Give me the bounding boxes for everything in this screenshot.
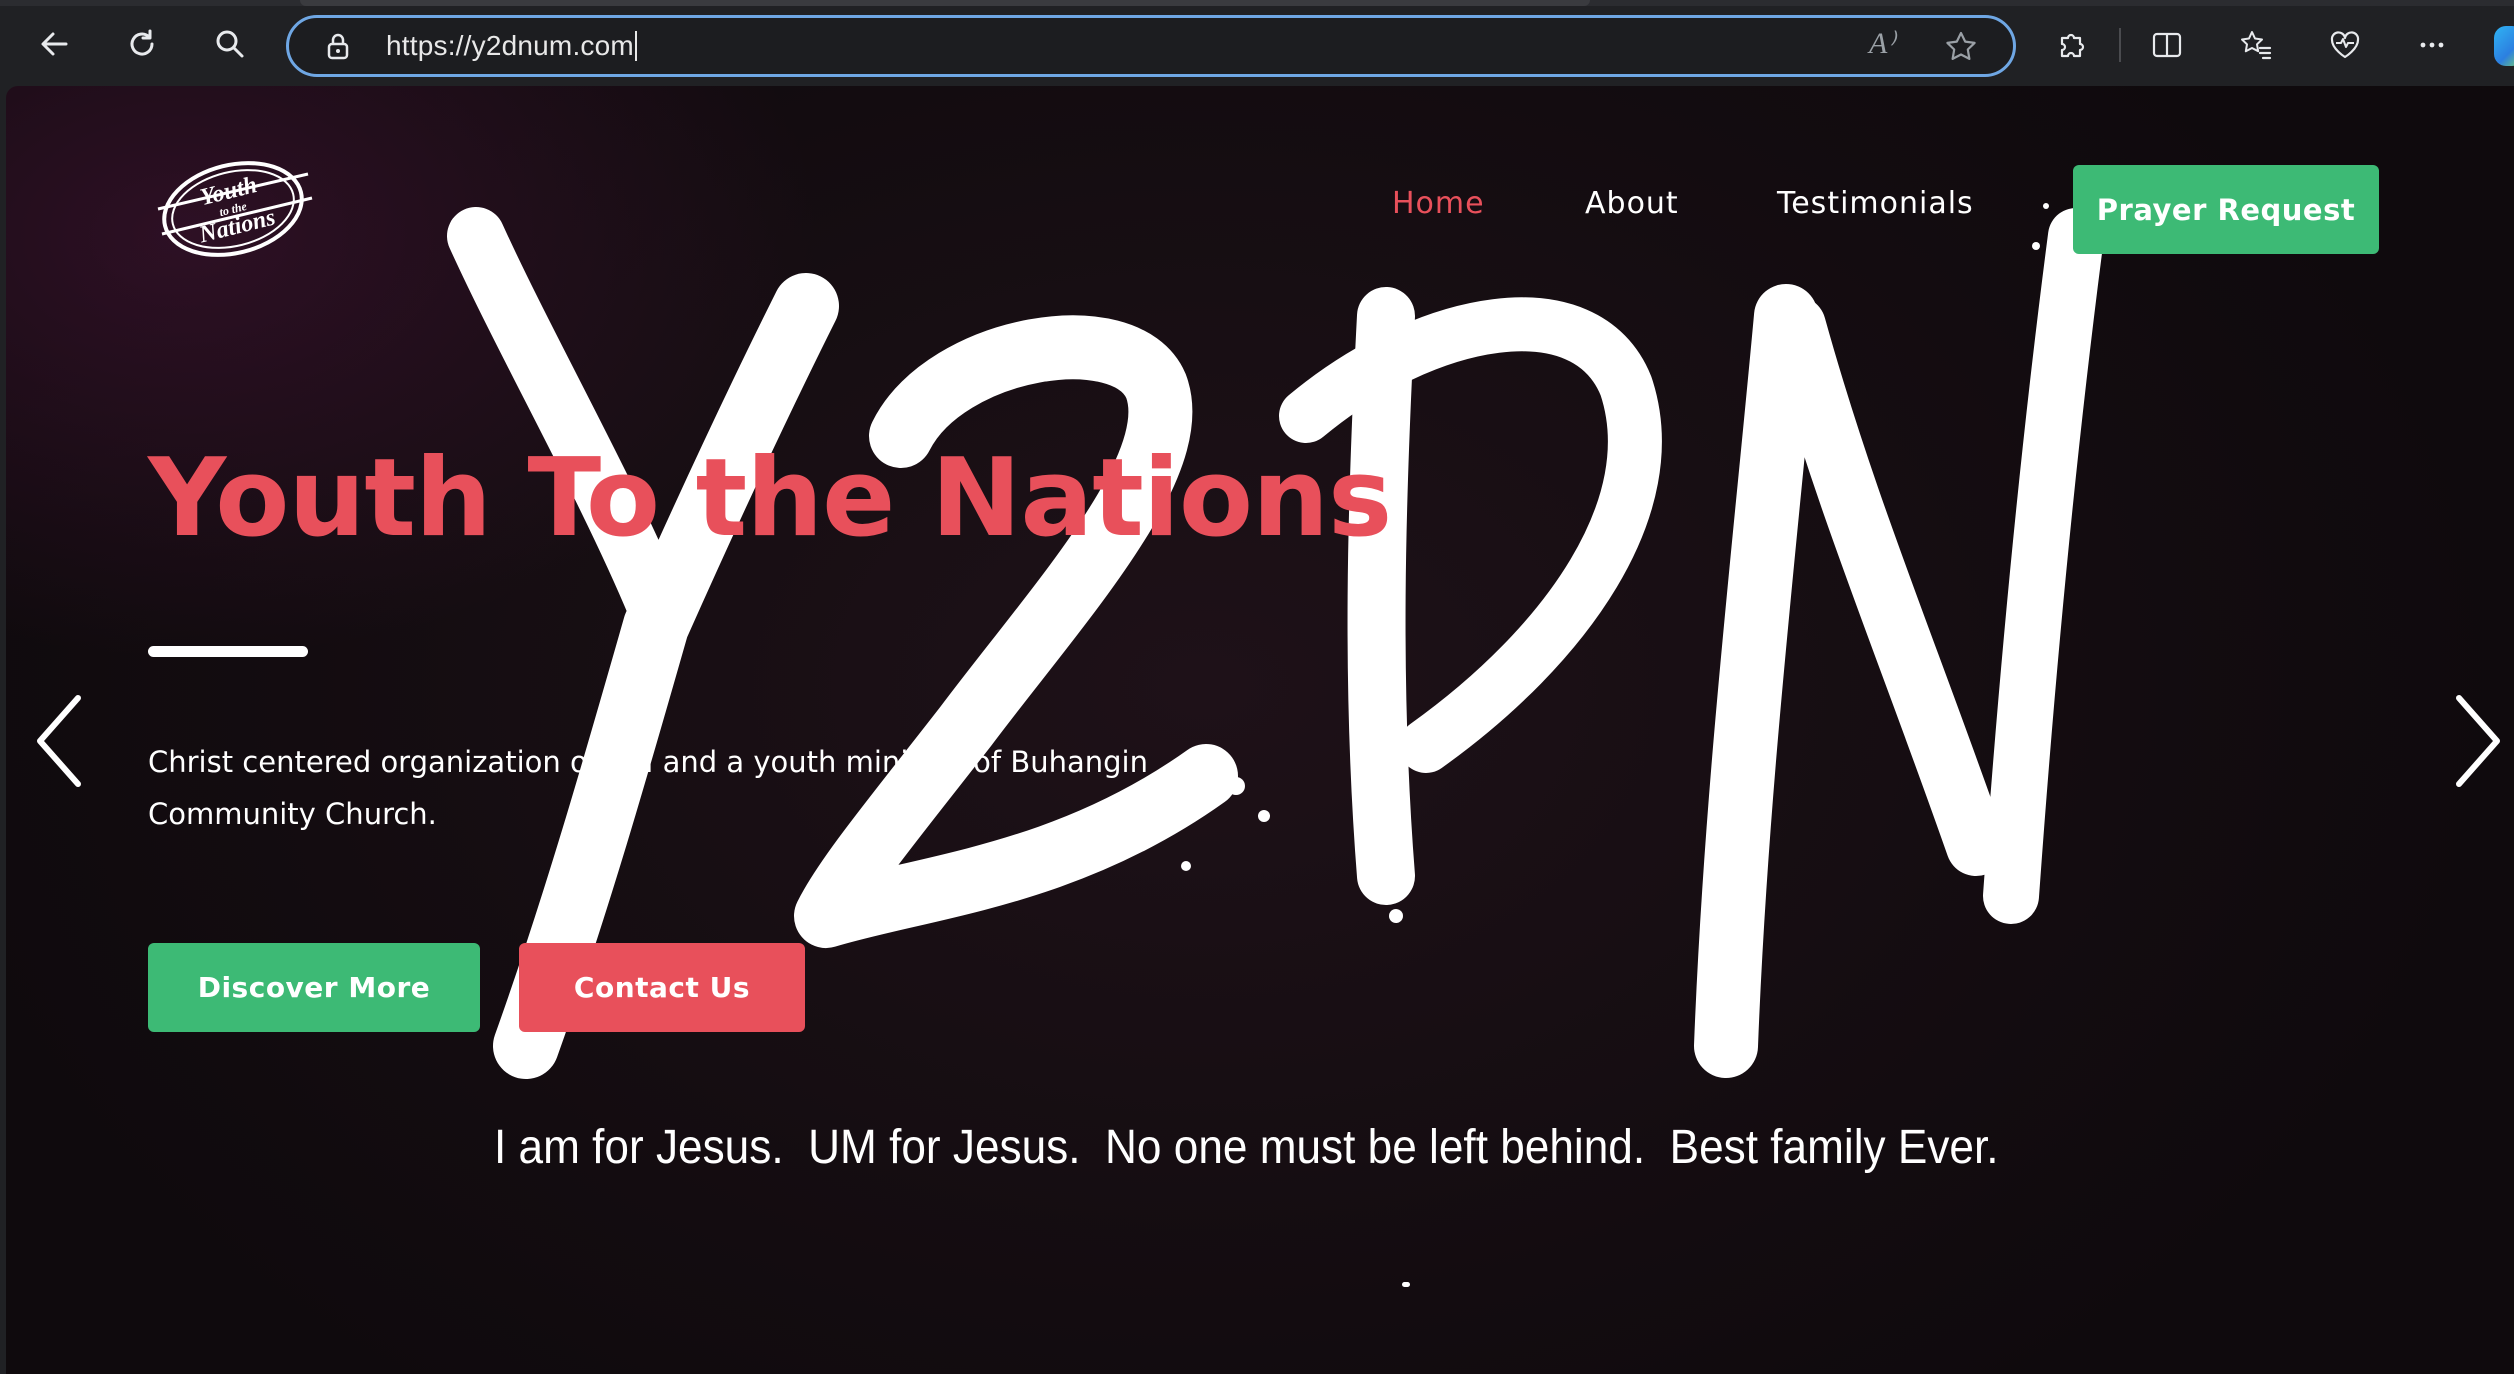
extensions-icon [2060,33,2085,58]
hero-title: Youth To the Nations [148,436,1392,561]
back-button[interactable] [32,22,76,66]
tab-strip [0,0,2514,6]
refresh-button[interactable] [120,22,164,66]
copilot-icon[interactable] [2494,26,2514,66]
favorite-star-icon[interactable] [1944,30,1978,64]
browser-essentials-icon [2330,31,2360,59]
back-arrow-icon [41,32,68,56]
carousel-next-arrow-icon[interactable] [2441,686,2511,796]
extensions-button[interactable] [2050,24,2092,66]
toolbar-divider [2119,28,2121,62]
carousel-prev-arrow-icon[interactable] [26,686,96,796]
prayer-request-button[interactable]: Prayer Request [2073,165,2379,254]
favorites-icon [2241,31,2272,60]
address-bar[interactable]: https://y2dnum.com A⁾ [286,15,2016,77]
hero-tagline: I am for Jesus. UM for Jesus. No one mus… [494,1121,1999,1174]
read-aloud-icon[interactable]: A⁾ [1869,26,1895,61]
lock-icon[interactable] [323,31,353,61]
browser-essentials-button[interactable] [2324,24,2366,66]
hero-divider [148,646,308,657]
url-text[interactable]: https://y2dnum.com [386,30,637,62]
search-icon [216,30,244,58]
text-caret [634,31,637,61]
search-button[interactable] [208,22,252,66]
y2dn-brush-lettering [447,203,2104,1079]
discover-more-button[interactable]: Discover More [148,943,480,1032]
split-screen-icon [2152,32,2182,58]
decorative-speck [1402,1282,1410,1287]
page-viewport: Youth to the Nations Home About Testimon… [6,86,2514,1374]
site-logo[interactable]: Youth to the Nations [148,154,318,264]
hero-description: Christ centered organization of UM and a… [148,745,1148,831]
more-icon [2420,42,2444,48]
nav-home-link[interactable]: Home [1392,186,1485,221]
browser-toolbar: https://y2dnum.com A⁾ [0,0,2514,86]
active-tab[interactable] [300,0,1590,6]
favorites-button[interactable] [2235,24,2277,66]
split-screen-button[interactable] [2146,24,2188,66]
contact-us-button[interactable]: Contact Us [519,943,805,1032]
nav-about-link[interactable]: About [1585,186,1679,221]
nav-testimonials-link[interactable]: Testimonials [1777,186,1974,221]
refresh-icon [130,29,154,56]
more-button[interactable] [2411,24,2453,66]
